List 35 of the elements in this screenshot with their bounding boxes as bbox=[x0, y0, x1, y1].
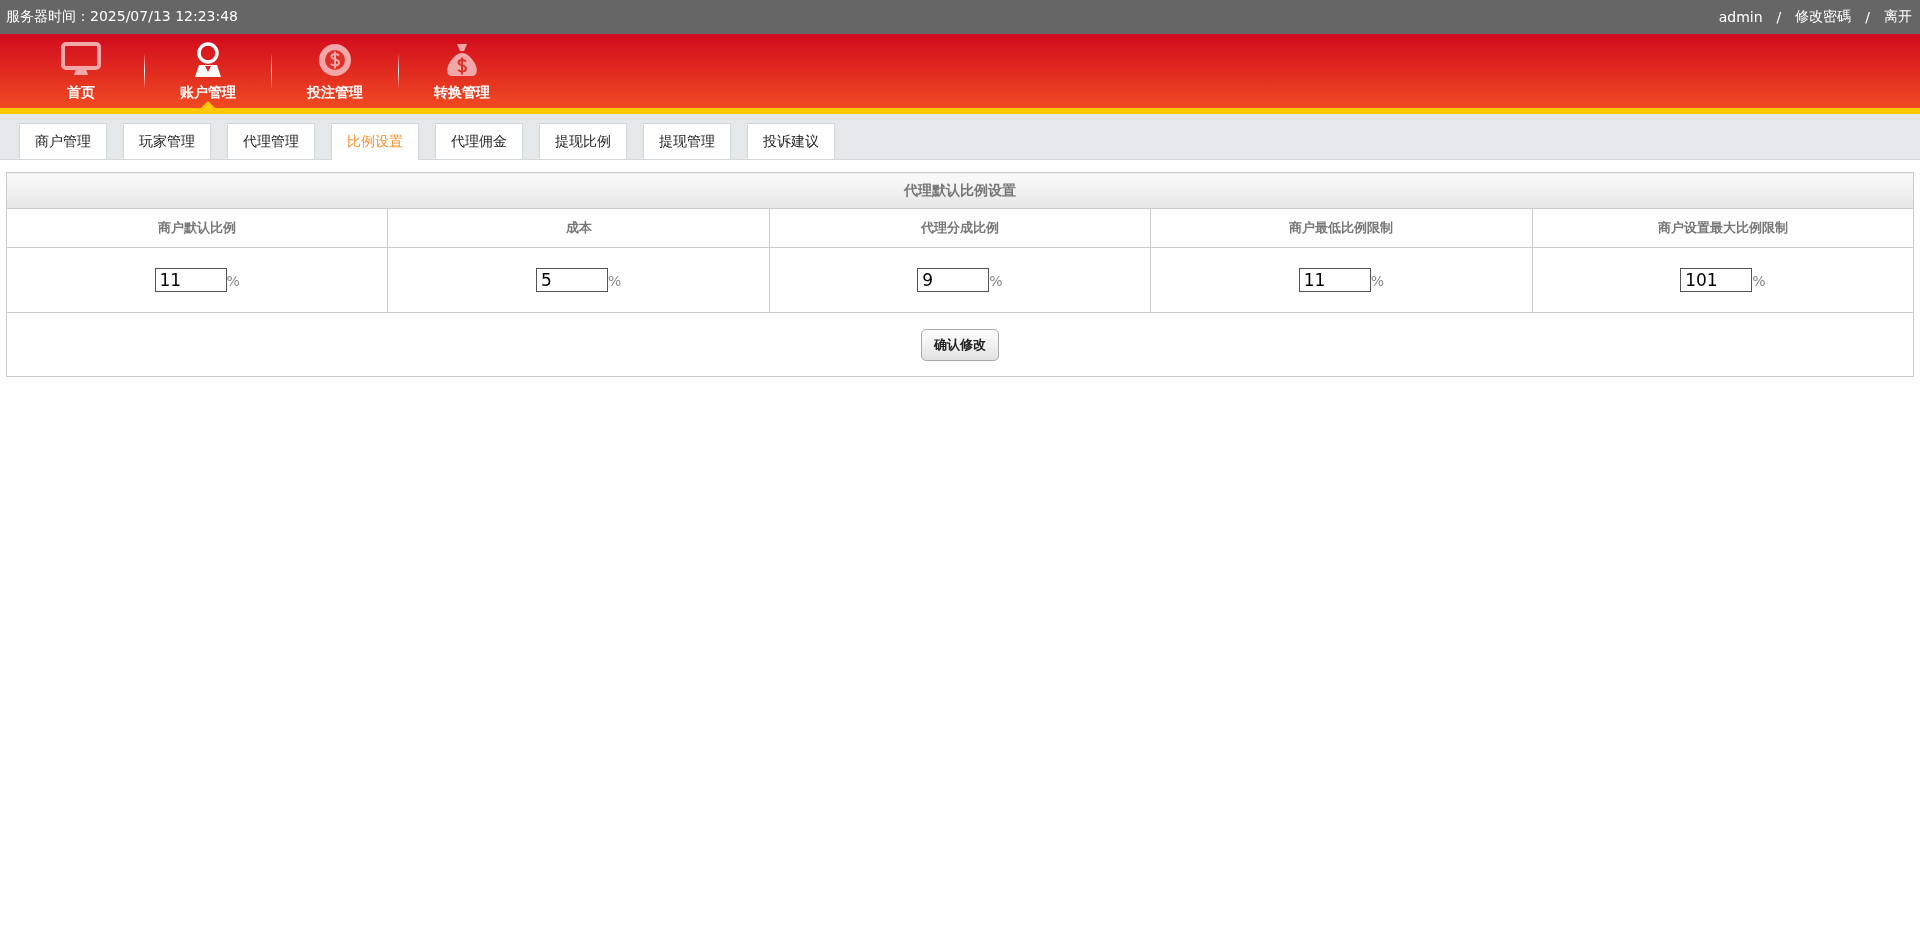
percent-unit: % bbox=[226, 273, 240, 289]
column-header: 商户默认比例 bbox=[6, 208, 388, 248]
table-title: 代理默认比例设置 bbox=[6, 172, 1914, 209]
nav-item[interactable]: 转换管理 bbox=[399, 34, 525, 108]
percent-input[interactable]: 9 bbox=[917, 268, 990, 292]
confirm-button[interactable]: 确认修改 bbox=[921, 328, 999, 361]
separator: / bbox=[1776, 9, 1782, 25]
tab[interactable]: 提现比例 bbox=[539, 123, 627, 159]
tab[interactable]: 玩家管理 bbox=[123, 123, 211, 159]
change-password-link[interactable]: 修改密碼 bbox=[1795, 8, 1852, 26]
percent-input[interactable]: 11 bbox=[1298, 268, 1371, 292]
tab[interactable]: 商户管理 bbox=[19, 123, 107, 159]
tab[interactable]: 代理管理 bbox=[227, 123, 315, 159]
percent-input[interactable]: 101 bbox=[1680, 268, 1753, 292]
logout-link[interactable]: 离开 bbox=[1884, 8, 1912, 26]
percent-input[interactable]: 5 bbox=[535, 268, 608, 292]
column-header: 代理分成比例 bbox=[769, 208, 1151, 248]
percent-unit: % bbox=[1752, 273, 1766, 289]
percent-input[interactable]: 11 bbox=[154, 268, 227, 292]
percent-unit: % bbox=[989, 273, 1003, 289]
tab[interactable]: 提现管理 bbox=[643, 123, 731, 159]
username: admin bbox=[1718, 9, 1763, 25]
nav-item[interactable]: 首页 bbox=[18, 34, 144, 108]
nav-item[interactable]: 账户管理 bbox=[145, 34, 271, 108]
percent-unit: % bbox=[1370, 273, 1384, 289]
monitor-icon bbox=[61, 42, 101, 78]
percent-unit: % bbox=[607, 273, 622, 289]
separator: / bbox=[1865, 9, 1870, 25]
column-header: 商户最低比例限制 bbox=[1150, 208, 1533, 248]
column-header: 成本 bbox=[387, 208, 770, 248]
server-time: 服务器时间：2025/07/13 12:23:48 bbox=[6, 8, 239, 26]
nav-item[interactable]: 投注管理 bbox=[272, 34, 398, 108]
tab[interactable]: 投诉建议 bbox=[747, 123, 835, 159]
tab[interactable]: 代理佣金 bbox=[435, 123, 523, 159]
column-header: 商户设置最大比例限制 bbox=[1532, 208, 1914, 248]
